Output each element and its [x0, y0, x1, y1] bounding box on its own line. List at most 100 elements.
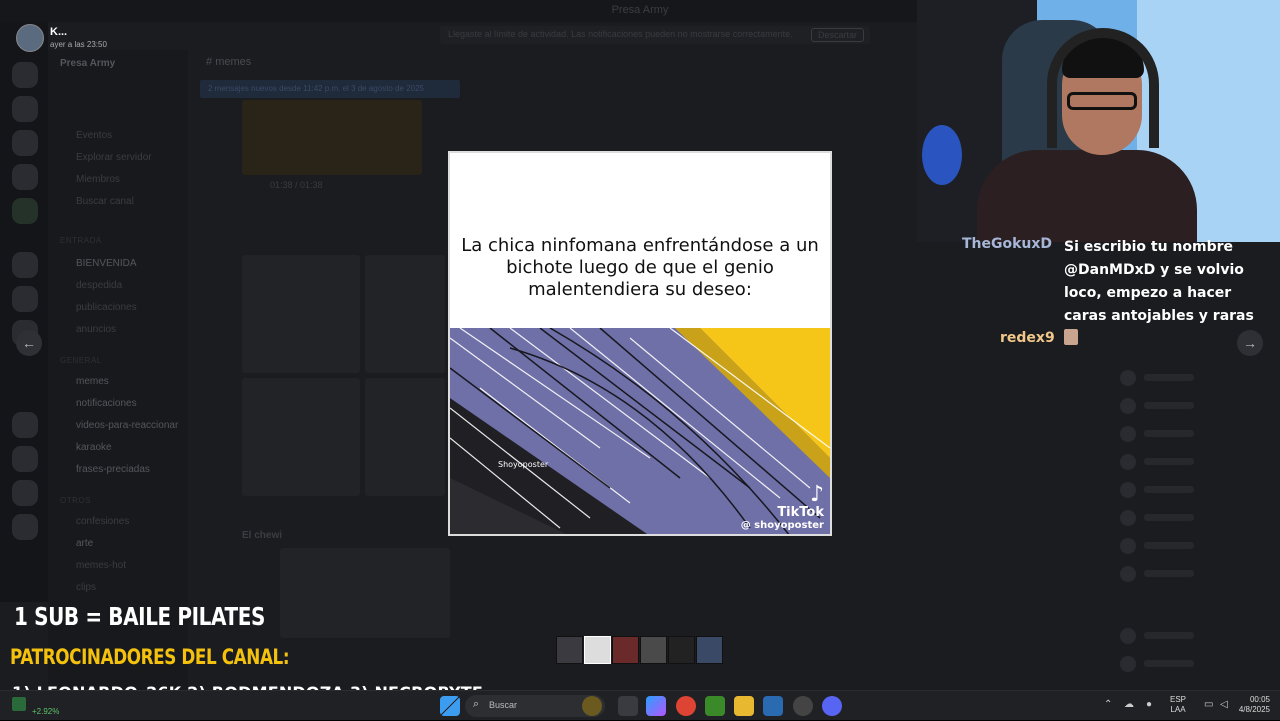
channel-item-selected[interactable]: memes [76, 376, 109, 387]
previous-media-button[interactable]: ← [16, 330, 42, 356]
tiktok-logo-icon: ♪ [809, 482, 824, 507]
server-icon[interactable] [12, 252, 38, 278]
channel-sidebar: Presa Army Eventos Explorar servidor Mie… [48, 50, 188, 690]
volume-icon[interactable]: ◁ [1220, 699, 1228, 710]
channel-item[interactable]: karaoke [76, 442, 112, 453]
minecraft-icon[interactable] [705, 696, 725, 716]
media-thumbnail[interactable] [242, 255, 360, 373]
new-messages-banner[interactable]: 2 mensajes nuevos desde 11:42 p.m. el 3 … [200, 80, 460, 98]
film-thumbnail[interactable] [612, 636, 639, 664]
channel-item[interactable]: arte [76, 538, 93, 549]
film-thumbnail[interactable] [556, 636, 583, 664]
webcam-glasses [1067, 92, 1137, 110]
channel-item[interactable]: Miembros [76, 174, 120, 185]
copilot-icon[interactable] [646, 696, 666, 716]
activity-notice: Llegaste al límite de actividad. Las not… [440, 26, 870, 44]
discord-icon[interactable] [822, 696, 842, 716]
member-item[interactable] [1120, 454, 1280, 470]
server-icon[interactable] [12, 130, 38, 156]
author-name: K... [50, 26, 68, 38]
avatar[interactable] [16, 24, 44, 52]
member-name-placeholder [1144, 486, 1194, 493]
avatar [1120, 370, 1136, 386]
chat-message: Si escribio tu nombre @DanMDxD y se volv… [1064, 239, 1254, 324]
stock-change[interactable]: +2.92% [32, 707, 59, 716]
channel-header: # memes [196, 50, 916, 74]
member-item[interactable] [1120, 538, 1280, 554]
media-thumbnail[interactable] [242, 100, 422, 175]
server-name[interactable]: Presa Army [60, 58, 115, 69]
member-item[interactable] [1120, 398, 1280, 414]
media-viewer[interactable]: La chica ninfomana enfrentándose a un bi… [448, 151, 832, 536]
channel-item[interactable]: confesiones [76, 516, 129, 527]
channel-item[interactable]: Buscar canal [76, 196, 134, 207]
film-thumbnail[interactable] [640, 636, 667, 664]
avatar [1120, 628, 1136, 644]
channel-item[interactable]: anuncios [76, 324, 116, 335]
member-item[interactable] [1120, 370, 1280, 386]
stock-widget-icon[interactable] [12, 697, 26, 711]
film-thumbnail[interactable] [668, 636, 695, 664]
windows-start-icon[interactable] [440, 696, 460, 716]
channel-item[interactable]: clips [76, 582, 96, 593]
media-thumbnail[interactable] [365, 255, 445, 373]
headset-icon [1047, 28, 1159, 148]
channel-item[interactable]: videos-para-reaccionar [76, 420, 178, 431]
network-icon[interactable]: ▭ [1204, 699, 1213, 710]
task-view-icon[interactable] [618, 696, 638, 716]
server-icon[interactable] [12, 412, 38, 438]
stream-chat-overlay: TheGokuxD Si escribio tu nombre @DanMDxD… [960, 232, 1280, 352]
member-name-placeholder [1144, 458, 1194, 465]
member-item[interactable] [1120, 482, 1280, 498]
channel-section[interactable]: OTROS [60, 496, 91, 505]
member-item[interactable] [1120, 656, 1280, 672]
file-explorer-icon[interactable] [734, 696, 754, 716]
server-icon[interactable] [12, 446, 38, 472]
sunflower-app-icon[interactable] [582, 696, 602, 716]
tiktok-watermark: ♪ TikTok @ shoyoposter [741, 484, 824, 532]
member-name-placeholder [1144, 430, 1194, 437]
channel-item[interactable]: memes-hot [76, 560, 126, 571]
taskbar-clock[interactable]: 00:05 4/8/2025 [1232, 695, 1270, 715]
member-item[interactable] [1120, 426, 1280, 442]
member-name-placeholder [1144, 632, 1194, 639]
channel-item[interactable]: Explorar servidor [76, 152, 152, 163]
server-icon[interactable] [12, 286, 38, 312]
dismiss-notice-button[interactable]: Descartar [810, 28, 864, 42]
avatar [1120, 482, 1136, 498]
server-icon[interactable] [12, 514, 38, 540]
channel-item[interactable]: frases-preciadas [76, 464, 150, 475]
avatar [1120, 656, 1136, 672]
member-item[interactable] [1120, 628, 1280, 644]
media-thumbnail[interactable] [242, 378, 360, 496]
channel-item[interactable]: BIENVENIDA [76, 258, 137, 269]
server-icon[interactable] [12, 198, 38, 224]
chevron-up-icon[interactable]: ⌃ [1104, 699, 1112, 710]
avatar [1120, 398, 1136, 414]
member-item[interactable] [1120, 566, 1280, 582]
chrome-icon[interactable] [676, 696, 696, 716]
server-icon[interactable] [12, 62, 38, 88]
film-thumbnail-selected[interactable] [584, 636, 611, 664]
input-language[interactable]: ESP LAA [1170, 695, 1186, 715]
mic-icon[interactable]: ● [1146, 699, 1152, 710]
channel-item[interactable]: despedida [76, 280, 122, 291]
media-thumbnail[interactable] [365, 378, 445, 496]
server-icon[interactable] [12, 96, 38, 122]
member-name-placeholder [1144, 402, 1194, 409]
cloud-icon[interactable]: ☁ [1124, 699, 1134, 710]
channel-item[interactable]: notificaciones [76, 398, 137, 409]
media-thumbnail[interactable] [280, 548, 450, 638]
film-thumbnail[interactable] [696, 636, 723, 664]
channel-item[interactable]: publicaciones [76, 302, 137, 313]
channel-section[interactable]: GENERAL [60, 356, 102, 365]
member-item[interactable] [1120, 510, 1280, 526]
store-icon[interactable] [763, 696, 783, 716]
channel-item[interactable]: Eventos [76, 130, 112, 141]
obs-icon[interactable] [793, 696, 813, 716]
chat-author[interactable]: El chewi [242, 530, 282, 541]
server-icon[interactable] [12, 480, 38, 506]
server-icon[interactable] [12, 164, 38, 190]
media-timestamp: 01:38 / 01:38 [270, 180, 323, 190]
channel-section[interactable]: ENTRADA [60, 236, 102, 245]
